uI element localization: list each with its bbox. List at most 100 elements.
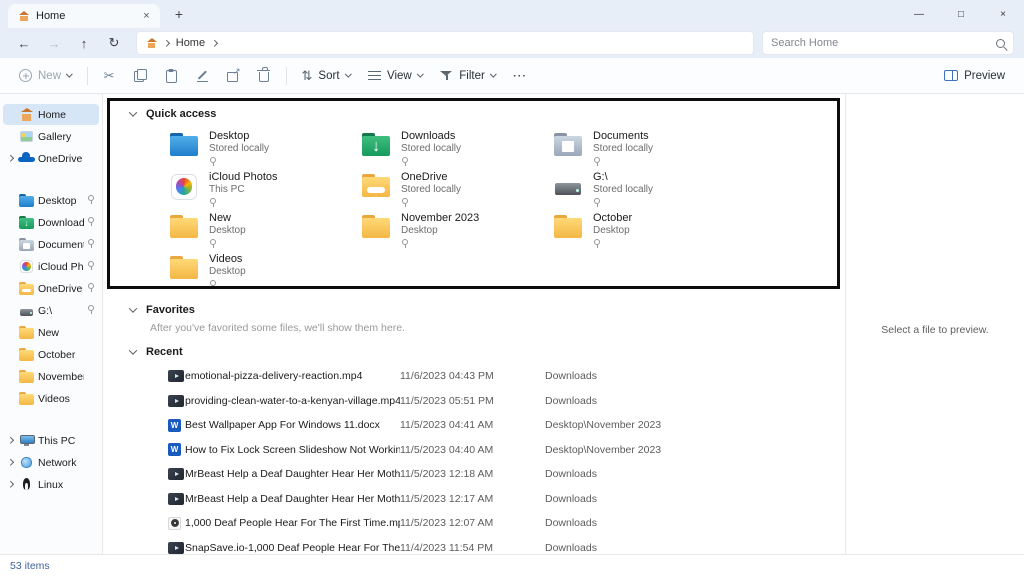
search-input[interactable] xyxy=(771,37,996,49)
quick-access-tile-desktop[interactable]: Desktop Stored locally xyxy=(168,130,360,171)
file-name: Best Wallpaper App For Windows 11.docx xyxy=(185,419,400,431)
quick-access-tile-g[interactable]: G:\ Stored locally xyxy=(552,171,744,212)
sidebar-item-november-2023[interactable]: November 2023 xyxy=(3,366,99,387)
sidebar-item-downloads[interactable]: Downloads xyxy=(3,212,99,233)
recent-file-row[interactable]: providing-clean-water-to-a-kenyan-villag… xyxy=(168,389,845,414)
recent-file-row[interactable]: How to Fix Lock Screen Slideshow Not Wor… xyxy=(168,438,845,463)
sidebar-item-onedrive-persona[interactable]: OneDrive - Persona xyxy=(3,148,99,169)
sidebar-item-label: Desktop xyxy=(38,195,84,207)
file-location: Downloads xyxy=(545,370,597,382)
content-area: Quick access Desktop Stored locally Down… xyxy=(103,94,845,554)
sidebar-item-october[interactable]: October xyxy=(3,344,99,365)
recent-section: Recent emotional-pizza-delivery-reaction… xyxy=(130,342,845,554)
word-icon xyxy=(168,443,181,456)
view-button[interactable]: View xyxy=(359,62,431,90)
quick-access-tile-documents[interactable]: Documents Stored locally xyxy=(552,130,744,171)
recent-file-row[interactable]: SnapSave.io-1,000 Deaf People Hear For T… xyxy=(168,536,845,555)
toolbar-separator xyxy=(286,67,287,85)
chevron-right-icon[interactable] xyxy=(7,459,13,465)
sidebar-item-desktop[interactable]: Desktop xyxy=(3,190,99,211)
quick-access-tile-new[interactable]: New Desktop xyxy=(168,212,360,253)
filter-button[interactable]: Filter xyxy=(431,62,504,90)
folder-icon xyxy=(19,370,34,382)
forward-button[interactable]: → xyxy=(40,31,68,55)
copy-button[interactable] xyxy=(125,62,156,90)
pin-icon xyxy=(209,280,216,289)
breadcrumb-item-home[interactable]: Home xyxy=(176,37,205,49)
copy-icon xyxy=(134,69,147,82)
status-items-count: 53 items xyxy=(10,560,50,572)
pin-icon xyxy=(401,198,408,207)
sort-button[interactable]: ⇅ Sort xyxy=(293,62,360,90)
sidebar-item-g[interactable]: G:\ xyxy=(3,300,99,321)
new-tab-button[interactable]: + xyxy=(168,6,190,22)
sidebar-item-icloud-photos[interactable]: iCloud Photos xyxy=(3,256,99,277)
quick-access-subtitle: Stored locally xyxy=(593,184,653,196)
close-button[interactable]: × xyxy=(982,0,1024,28)
paste-button[interactable] xyxy=(156,62,187,90)
sidebar-item-new[interactable]: New xyxy=(3,322,99,343)
quick-access-subtitle: Desktop xyxy=(593,225,632,237)
up-button[interactable]: ↑ xyxy=(70,31,98,55)
quick-access-tile-onedrive[interactable]: OneDrive Stored locally xyxy=(360,171,552,212)
audio-icon xyxy=(168,517,181,530)
sidebar-divider xyxy=(0,410,102,430)
refresh-button[interactable]: ↻ xyxy=(100,31,128,55)
window-body: Home Gallery OneDrive - Persona Desktop … xyxy=(0,94,1024,554)
quick-access-tile-october[interactable]: October Desktop xyxy=(552,212,744,253)
chevron-right-icon[interactable] xyxy=(7,155,13,161)
breadcrumb-home-icon[interactable] xyxy=(146,38,157,48)
video-icon xyxy=(168,542,184,554)
more-button[interactable]: ⋯ xyxy=(504,62,535,90)
recent-file-row[interactable]: emotional-pizza-delivery-reaction.mp4 11… xyxy=(168,364,845,389)
chevron-down-icon[interactable] xyxy=(129,304,137,312)
preview-toggle[interactable]: Preview xyxy=(935,62,1014,90)
sidebar-item-network[interactable]: Network xyxy=(3,452,99,473)
sidebar-item-onedrive[interactable]: OneDrive xyxy=(3,278,99,299)
rename-button[interactable] xyxy=(187,62,218,90)
quick-access-tile-icloud-photos[interactable]: iCloud Photos This PC xyxy=(168,171,360,212)
minimize-button[interactable]: — xyxy=(898,0,940,28)
sidebar-item-videos[interactable]: Videos xyxy=(3,388,99,409)
tab-home[interactable]: Home × xyxy=(8,4,160,28)
cut-button[interactable]: ✂ xyxy=(94,62,125,90)
cloud-icon xyxy=(18,153,34,164)
sidebar-item-documents[interactable]: Documents xyxy=(3,234,99,255)
quick-access-tile-videos[interactable]: Videos Desktop xyxy=(168,253,360,294)
sidebar-item-home[interactable]: Home xyxy=(3,104,99,125)
chevron-down-icon[interactable] xyxy=(129,346,137,354)
chevron-right-icon[interactable] xyxy=(211,40,217,46)
recent-file-row[interactable]: MrBeast Help a Deaf Daughter Hear Her Mo… xyxy=(168,462,845,487)
quick-access-name: G:\ xyxy=(593,171,653,184)
chevron-right-icon[interactable] xyxy=(163,40,169,46)
pin-icon xyxy=(209,198,216,207)
search-box[interactable] xyxy=(762,31,1014,55)
quick-access-subtitle: Stored locally xyxy=(401,143,461,155)
sidebar-item-linux[interactable]: Linux xyxy=(3,474,99,495)
quick-access-tile-downloads[interactable]: Downloads Stored locally xyxy=(360,130,552,171)
section-title: Favorites xyxy=(146,304,195,316)
recent-file-row[interactable]: MrBeast Help a Deaf Daughter Hear Her Mo… xyxy=(168,487,845,512)
address-bar[interactable]: Home xyxy=(136,31,754,55)
pin-icon xyxy=(593,157,600,166)
view-button-label: View xyxy=(387,70,412,82)
new-button[interactable]: New xyxy=(10,62,81,90)
recent-file-row[interactable]: 1,000 Deaf People Hear For The First Tim… xyxy=(168,511,845,536)
chevron-right-icon[interactable] xyxy=(7,481,13,487)
recent-file-row[interactable]: Best Wallpaper App For Windows 11.docx 1… xyxy=(168,413,845,438)
paste-icon xyxy=(166,70,177,83)
delete-button[interactable] xyxy=(249,62,280,90)
tab-close-icon[interactable]: × xyxy=(139,10,154,22)
quick-access-tile-november-2023[interactable]: November 2023 Desktop xyxy=(360,212,552,253)
section-title: Recent xyxy=(146,346,183,358)
maximize-button[interactable]: □ xyxy=(940,0,982,28)
icloud-icon xyxy=(171,174,197,200)
back-button[interactable]: ← xyxy=(10,31,38,55)
chevron-down-icon[interactable] xyxy=(129,108,137,116)
chevron-right-icon[interactable] xyxy=(7,437,13,443)
quick-access-subtitle: Desktop xyxy=(401,225,479,237)
sidebar-item-gallery[interactable]: Gallery xyxy=(3,126,99,147)
folder-icon xyxy=(19,326,34,338)
share-button[interactable] xyxy=(218,62,249,90)
sidebar-item-this-pc[interactable]: This PC xyxy=(3,430,99,451)
